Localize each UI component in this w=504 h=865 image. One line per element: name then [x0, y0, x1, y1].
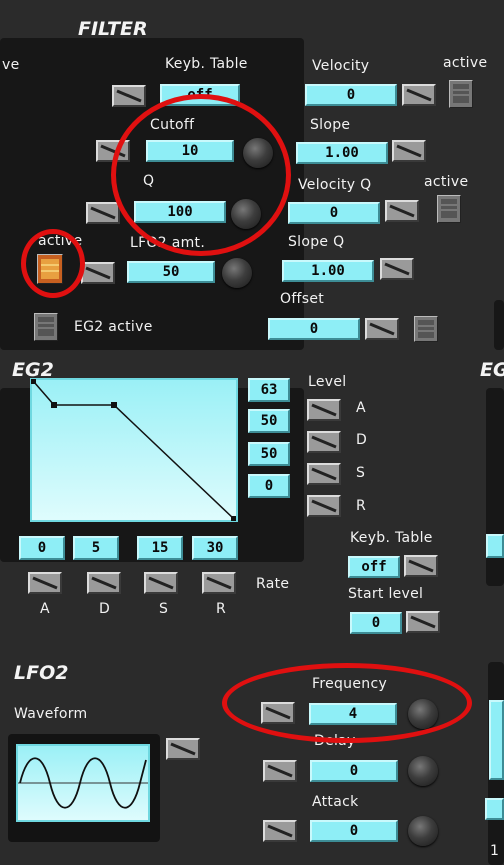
- eg2-rate-s-label: S: [159, 601, 169, 617]
- eg2-level-a-label: A: [356, 400, 366, 416]
- lfo2-right-field-2[interactable]: [485, 798, 504, 820]
- eg2-rate-a-mod-button[interactable]: [28, 572, 62, 594]
- eg2-rate-d-field[interactable]: 5: [73, 536, 119, 560]
- offset-active-checkbox[interactable]: [414, 316, 438, 342]
- lfo2-delay-knob[interactable]: [408, 756, 438, 786]
- eg2-level-a-mod-button[interactable]: [307, 399, 341, 421]
- eg2-rate-a-label: A: [40, 601, 50, 617]
- lfo2-delay-mod-button[interactable]: [263, 760, 297, 782]
- lfo2-amt-mod-button[interactable]: [81, 262, 115, 284]
- active-label-1: active: [443, 55, 488, 71]
- eg2-rate-a-field[interactable]: 0: [19, 536, 65, 560]
- eg2-level-s-mod-button[interactable]: [307, 463, 341, 485]
- slope-q-field[interactable]: 1.00: [282, 260, 374, 282]
- lfo2-waveform-display[interactable]: [16, 744, 150, 822]
- eg2-level-d-mod-button[interactable]: [307, 431, 341, 453]
- velocity-label: Velocity: [312, 58, 370, 74]
- eg2-rate-s-mod-button[interactable]: [144, 572, 178, 594]
- lfo2-delay-field[interactable]: 0: [310, 760, 398, 782]
- lfo2-attack-knob[interactable]: [408, 816, 438, 846]
- eg2-envelope-display[interactable]: [30, 378, 240, 524]
- annotation-ring-cutoff-q: [111, 94, 291, 256]
- keyb-table-label: Keyb. Table: [165, 56, 248, 72]
- eg2-start-level-field[interactable]: 0: [350, 612, 402, 634]
- eg2-keyb-table-mod-button[interactable]: [404, 555, 438, 577]
- lfo2-bottom-cut-label: 1: [490, 843, 500, 859]
- annotation-ring-active: [21, 229, 85, 298]
- lfo2-right-field[interactable]: [489, 700, 504, 780]
- lfo2-attack-field[interactable]: 0: [310, 820, 398, 842]
- q-mod-button[interactable]: [86, 202, 120, 224]
- lfo2-title: LFO2: [14, 662, 69, 684]
- velocity-q-active-checkbox[interactable]: [437, 195, 461, 223]
- eg2-start-level-mod-button[interactable]: [406, 611, 440, 633]
- eg2-start-level-label: Start level: [348, 586, 424, 602]
- eg2-rate-s-field[interactable]: 15: [137, 536, 183, 560]
- annotation-ring-frequency: [222, 663, 472, 743]
- lfo2-amt-field[interactable]: 50: [127, 261, 215, 283]
- eg2-rate-d-label: D: [99, 601, 111, 617]
- eg2-level-s-label: S: [356, 465, 366, 481]
- eg2-level-r-field[interactable]: 0: [248, 474, 290, 498]
- slope-q-label: Slope Q: [288, 234, 345, 250]
- active-label-2: active: [424, 174, 469, 190]
- lfo2-attack-label: Attack: [312, 794, 359, 810]
- lfo2-waveform-mod-button[interactable]: [166, 738, 200, 760]
- keyb-table-mod-button[interactable]: [112, 85, 146, 107]
- eg2-rate-r-label: R: [216, 601, 227, 617]
- offset-label: Offset: [280, 291, 325, 307]
- filter-cut-label: ve: [2, 57, 20, 73]
- eg2-level-r-mod-button[interactable]: [307, 495, 341, 517]
- offset-mod-button[interactable]: [365, 318, 399, 340]
- eg-right-cut-title: EG: [480, 359, 504, 381]
- eg2-level-label: Level: [308, 374, 347, 390]
- velocity-active-checkbox[interactable]: [449, 80, 473, 108]
- velocity-q-mod-button[interactable]: [385, 200, 419, 222]
- slope-mod-button[interactable]: [392, 140, 426, 162]
- eg2-rate-r-mod-button[interactable]: [202, 572, 236, 594]
- eg2-level-d-label: D: [356, 432, 368, 448]
- velocity-field[interactable]: 0: [305, 84, 397, 106]
- velocity-q-label: Velocity Q: [298, 177, 372, 193]
- eg2-keyb-table-field[interactable]: off: [348, 556, 400, 578]
- lfo2-attack-mod-button[interactable]: [263, 820, 297, 842]
- lfo2-waveform-label: Waveform: [14, 706, 88, 722]
- eg2-active-label: EG2 active: [74, 319, 153, 335]
- filter-title: FILTER: [78, 18, 148, 40]
- filter-right-edge-panel: [494, 300, 504, 350]
- offset-field[interactable]: 0: [268, 318, 360, 340]
- eg2-keyb-table-label: Keyb. Table: [350, 530, 433, 546]
- lfo2-amt-knob[interactable]: [222, 258, 252, 288]
- eg2-level-a-field[interactable]: 63: [248, 378, 290, 402]
- slope-field[interactable]: 1.00: [296, 142, 388, 164]
- eg2-rate-label: Rate: [256, 576, 290, 592]
- slope-label: Slope: [310, 117, 351, 133]
- slope-q-mod-button[interactable]: [380, 258, 414, 280]
- velocity-q-field[interactable]: 0: [288, 202, 380, 224]
- eg-right-field[interactable]: [486, 534, 504, 558]
- eg2-level-s-field[interactable]: 50: [248, 442, 290, 466]
- velocity-mod-button[interactable]: [402, 84, 436, 106]
- eg2-level-r-label: R: [356, 498, 367, 514]
- eg2-rate-r-field[interactable]: 30: [192, 536, 238, 560]
- eg2-level-d-field[interactable]: 50: [248, 409, 290, 433]
- eg2-active-checkbox[interactable]: [34, 313, 58, 341]
- eg2-rate-d-mod-button[interactable]: [87, 572, 121, 594]
